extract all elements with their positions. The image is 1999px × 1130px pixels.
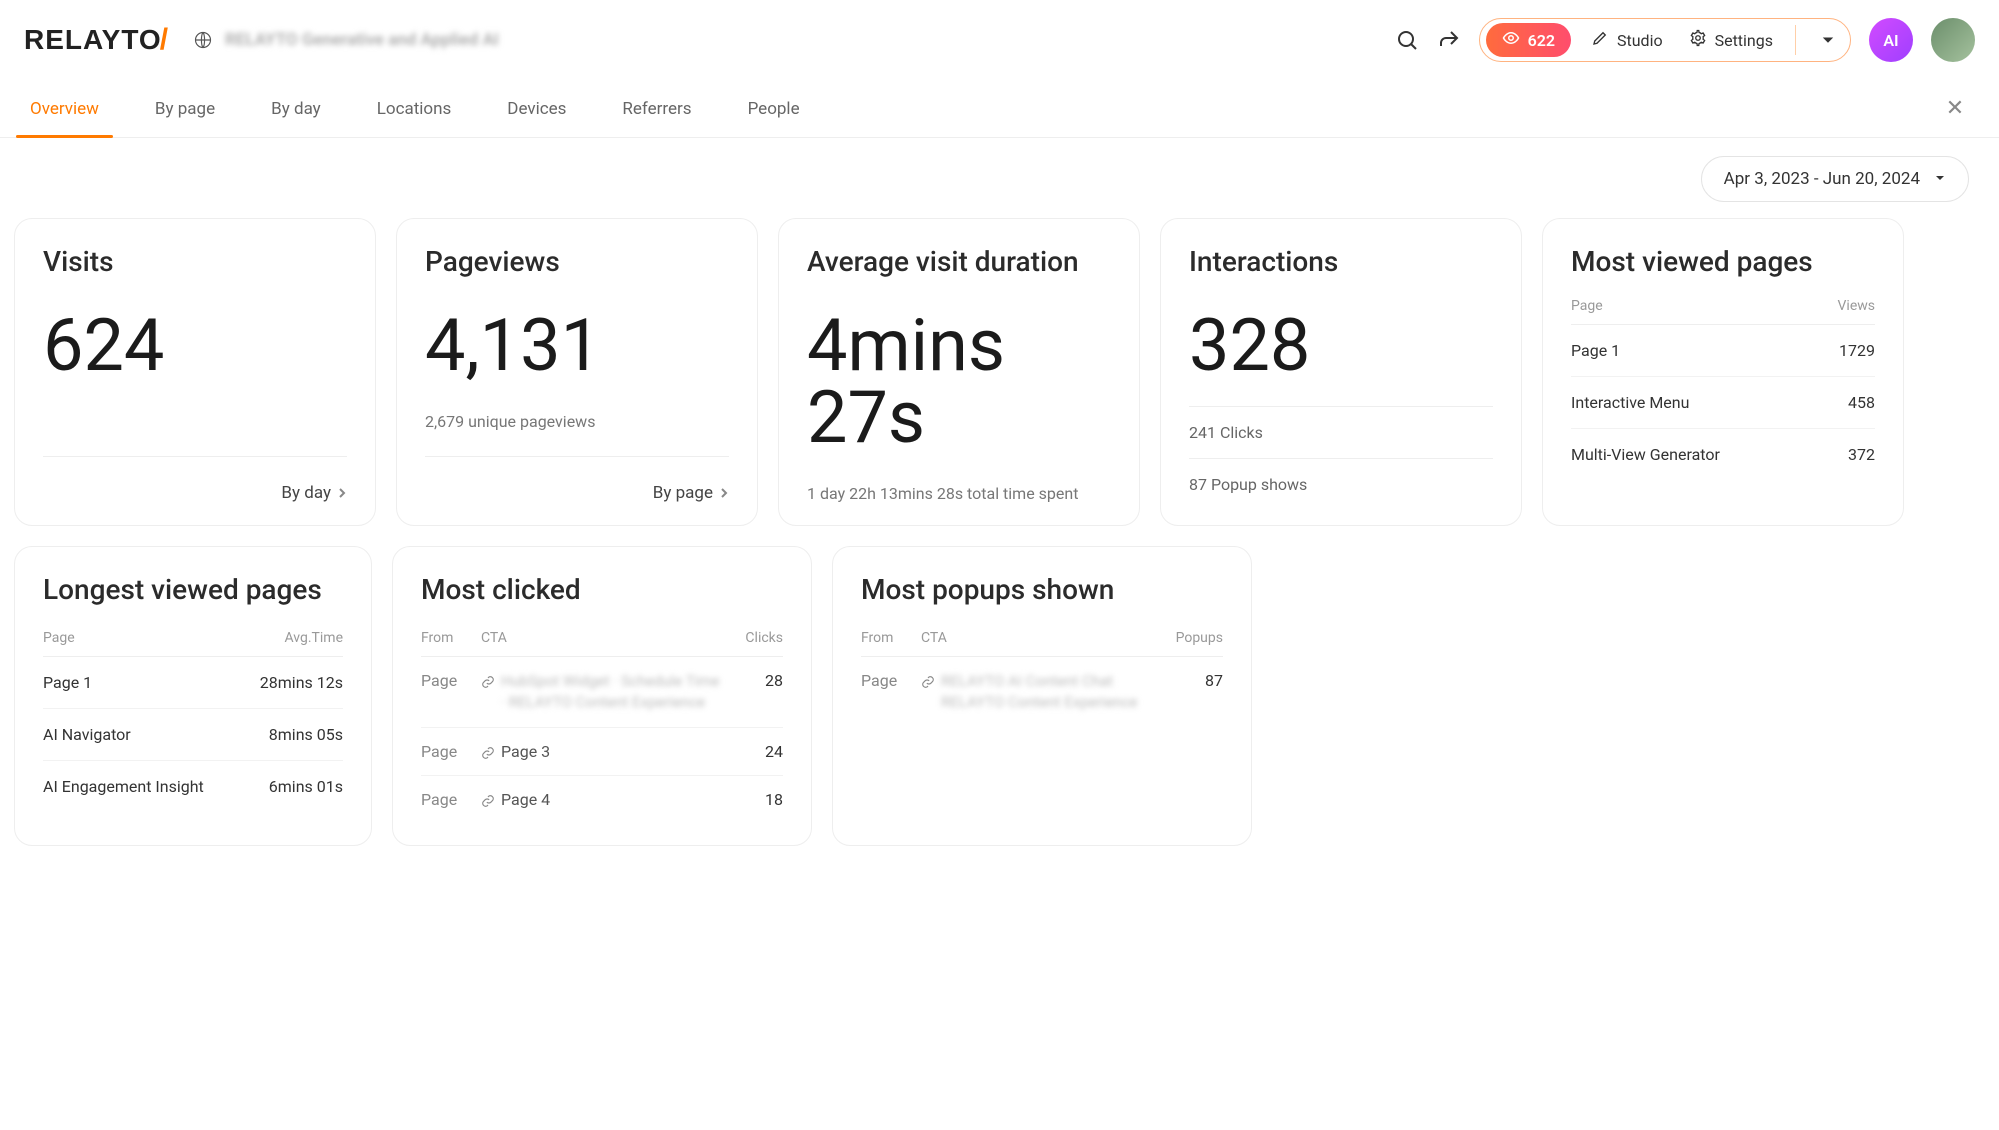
tab-bar: Overview By page By day Locations Device… — [0, 80, 1999, 138]
table-row[interactable]: Multi-View Generator 372 — [1571, 429, 1875, 480]
pill-caret[interactable] — [1812, 27, 1844, 54]
pill-divider — [1795, 25, 1796, 55]
studio-label: Studio — [1617, 31, 1663, 50]
card-pageviews: Pageviews 4,131 2,679 unique pageviews B… — [396, 218, 758, 526]
table-row[interactable]: AI Engagement Insight 6mins 01s — [43, 761, 343, 812]
avatar-ai[interactable]: AI — [1869, 18, 1913, 62]
card-title: Most clicked — [421, 573, 783, 606]
pageviews-subtext: 2,679 unique pageviews — [425, 412, 729, 431]
card-title: Interactions — [1189, 245, 1493, 278]
table-row[interactable]: Page RELAYTO AI Content Chat RELAYTO Con… — [861, 657, 1223, 727]
table-row[interactable]: Page 1 28mins 12s — [43, 657, 343, 709]
settings-label: Settings — [1715, 31, 1773, 50]
cards-grid-2: Longest viewed pages Page Avg.Time Page … — [0, 546, 1999, 876]
pageviews-value: 4,131 — [425, 310, 729, 382]
table-head: Page Views — [1571, 292, 1875, 325]
card-title: Pageviews — [425, 245, 729, 278]
logo[interactable]: RELAYTO/ — [24, 23, 169, 57]
table-row[interactable]: Page Page 3 24 — [421, 728, 783, 776]
tab-devices[interactable]: Devices — [507, 81, 566, 137]
search-icon[interactable] — [1395, 28, 1419, 52]
header-right: 622 Studio Settings AI — [1395, 18, 1975, 62]
views-count: 622 — [1528, 31, 1555, 50]
pencil-icon — [1591, 29, 1609, 51]
tab-people[interactable]: People — [748, 81, 800, 137]
interactions-popups: 87 Popup shows — [1189, 458, 1493, 494]
card-title: Longest viewed pages — [43, 573, 343, 606]
card-title: Average visit duration — [807, 245, 1111, 278]
table-row[interactable]: Page HubSpot Widget · Schedule Time · RE… — [421, 657, 783, 728]
document-title[interactable]: RELAYTO Generative and Applied AI — [225, 30, 499, 50]
share-icon[interactable] — [1437, 28, 1461, 52]
card-most-popups: Most popups shown From CTA Popups Page R… — [832, 546, 1252, 846]
table-head: Page Avg.Time — [43, 624, 343, 657]
link-icon — [481, 674, 495, 688]
date-row: Apr 3, 2023 - Jun 20, 2024 — [0, 138, 1999, 208]
logo-slash: / — [160, 23, 169, 57]
header-pill-group: 622 Studio Settings — [1479, 18, 1851, 62]
chevron-down-icon — [1934, 169, 1946, 189]
avg-duration-value: 4mins 27s — [807, 310, 1111, 454]
card-title: Most popups shown — [861, 573, 1223, 606]
card-most-clicked: Most clicked From CTA Clicks Page HubSpo… — [392, 546, 812, 846]
table-row[interactable]: Page 1 1729 — [1571, 325, 1875, 377]
table-row[interactable]: Page Page 4 18 — [421, 776, 783, 823]
avg-duration-subtext: 1 day 22h 13mins 28s total time spent — [807, 484, 1111, 503]
link-icon — [481, 793, 495, 807]
table-head: From CTA Clicks — [421, 624, 783, 657]
date-range-text: Apr 3, 2023 - Jun 20, 2024 — [1724, 169, 1920, 189]
card-avg-duration: Average visit duration 4mins 27s 1 day 2… — [778, 218, 1140, 526]
gear-icon — [1689, 29, 1707, 51]
globe-icon[interactable] — [193, 30, 213, 50]
link-icon — [481, 745, 495, 759]
tab-overview[interactable]: Overview — [30, 81, 99, 137]
eye-icon — [1502, 29, 1520, 51]
views-pill[interactable]: 622 — [1486, 23, 1571, 57]
studio-button[interactable]: Studio — [1585, 25, 1669, 55]
card-most-viewed: Most viewed pages Page Views Page 1 1729… — [1542, 218, 1904, 526]
app-header: RELAYTO/ RELAYTO Generative and Applied … — [0, 0, 1999, 80]
pageviews-bypage-link[interactable]: By page — [425, 456, 729, 503]
tab-by-page[interactable]: By page — [155, 81, 215, 137]
card-longest-viewed: Longest viewed pages Page Avg.Time Page … — [14, 546, 372, 846]
close-icon[interactable]: ✕ — [1941, 95, 1969, 123]
logo-text: RELAYTO — [24, 24, 162, 56]
card-title: Visits — [43, 245, 347, 278]
cards-grid: Visits 624 By day Pageviews 4,131 2,679 … — [0, 208, 1999, 546]
interactions-clicks: 241 Clicks — [1189, 406, 1493, 458]
tab-locations[interactable]: Locations — [377, 81, 452, 137]
card-title: Most viewed pages — [1571, 245, 1875, 278]
table-row[interactable]: AI Navigator 8mins 05s — [43, 709, 343, 761]
settings-button[interactable]: Settings — [1683, 25, 1779, 55]
visits-value: 624 — [43, 310, 347, 382]
link-icon — [921, 674, 935, 688]
avatar-user[interactable] — [1931, 18, 1975, 62]
card-interactions: Interactions 328 241 Clicks 87 Popup sho… — [1160, 218, 1522, 526]
interactions-value: 328 — [1189, 310, 1493, 382]
tab-by-day[interactable]: By day — [271, 81, 321, 137]
tab-referrers[interactable]: Referrers — [622, 81, 691, 137]
date-range-picker[interactable]: Apr 3, 2023 - Jun 20, 2024 — [1701, 156, 1969, 202]
table-head: From CTA Popups — [861, 624, 1223, 657]
visits-byday-link[interactable]: By day — [43, 456, 347, 503]
table-row[interactable]: Interactive Menu 458 — [1571, 377, 1875, 429]
card-visits: Visits 624 By day — [14, 218, 376, 526]
